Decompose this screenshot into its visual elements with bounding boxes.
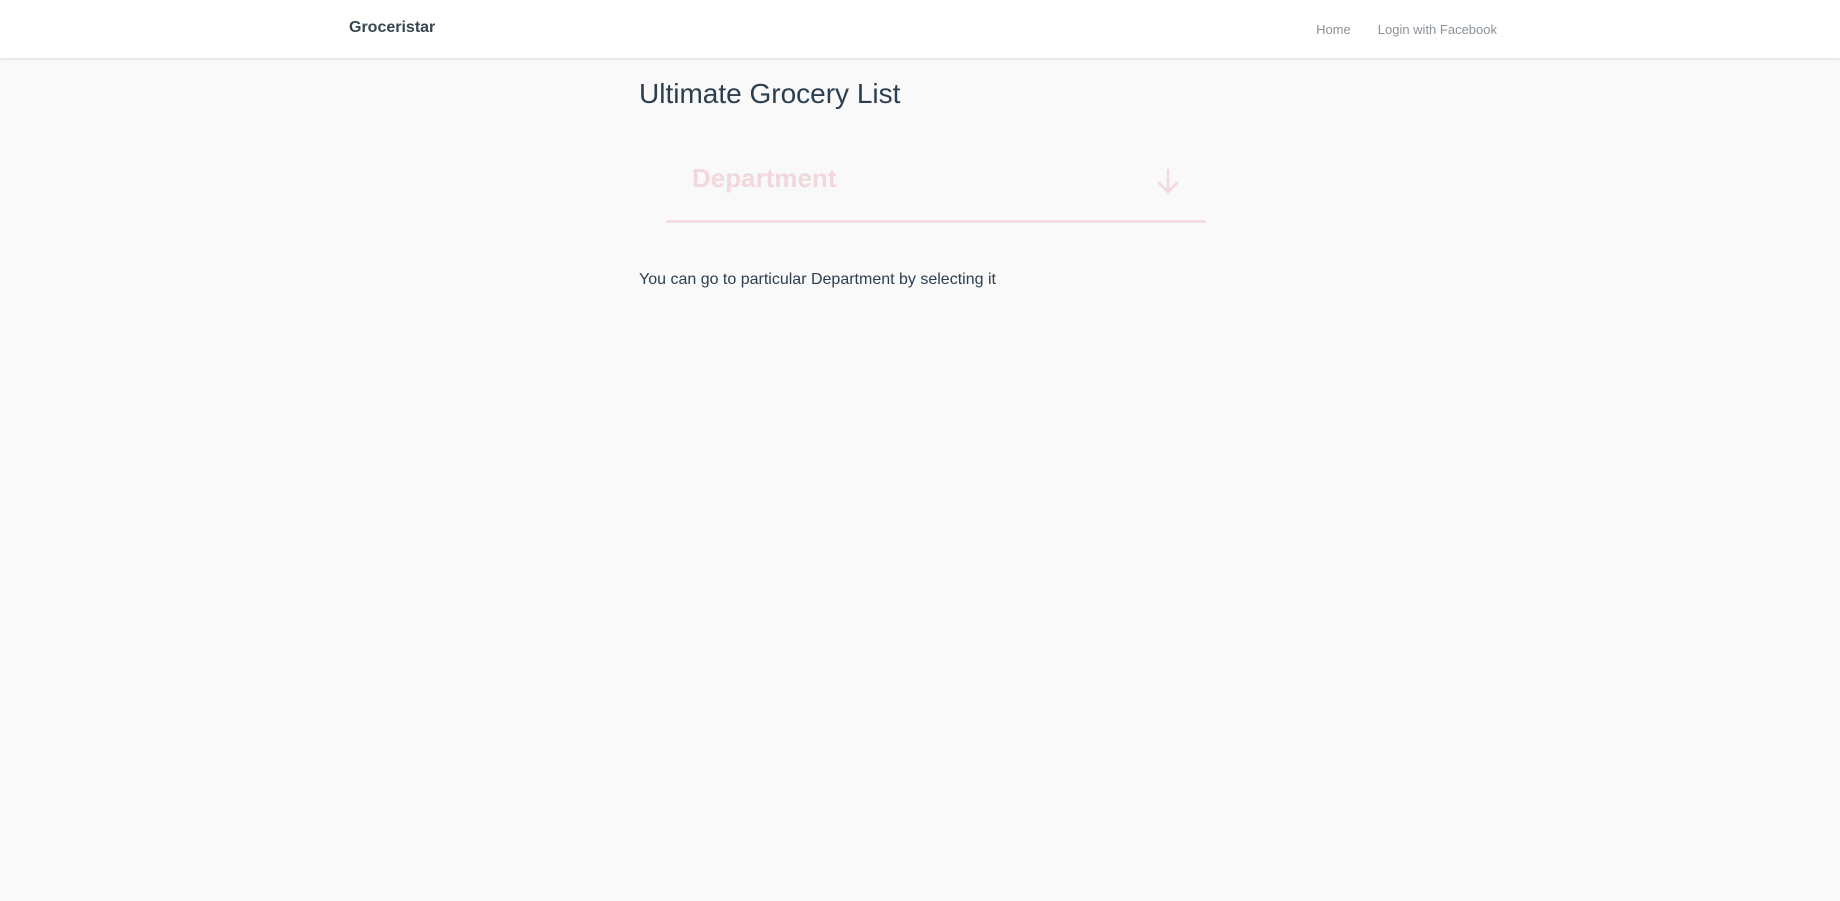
page-title: Ultimate Grocery List	[639, 78, 901, 109]
top-navbar: Groceristar Home Login with Facebook	[0, 0, 1840, 58]
nav-login-facebook-link[interactable]: Login with Facebook	[1378, 22, 1497, 37]
nav-links: Home Login with Facebook	[1316, 22, 1497, 37]
department-select[interactable]: Department	[666, 153, 1206, 223]
brand-link[interactable]: Groceristar	[349, 19, 435, 37]
department-hint-text: You can go to particular Department by s…	[639, 271, 996, 288]
nav-home-link[interactable]: Home	[1316, 22, 1351, 37]
arrow-down-icon	[1156, 167, 1180, 195]
department-select-placeholder: Department	[692, 163, 837, 193]
